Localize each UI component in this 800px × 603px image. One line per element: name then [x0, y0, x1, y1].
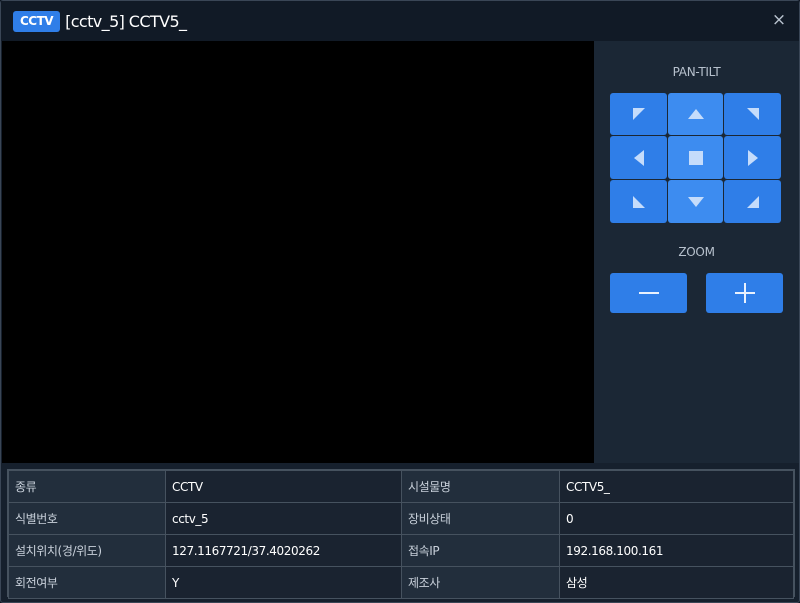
arrow-right-icon	[747, 149, 758, 166]
pan-down-left-button[interactable]	[610, 180, 667, 223]
info-key: 식별번호	[8, 502, 166, 535]
info-value: Y	[165, 566, 402, 599]
pan-down-right-button[interactable]	[724, 180, 781, 223]
info-value: cctv_5	[165, 502, 402, 535]
pan-right-button[interactable]	[724, 136, 781, 179]
arrow-up-icon	[687, 109, 704, 119]
pan-up-left-button[interactable]	[610, 93, 667, 135]
arrow-up-right-icon	[746, 108, 759, 120]
info-value: CCTV5_	[559, 470, 794, 503]
info-key: 제조사	[401, 566, 560, 599]
arrow-down-icon	[687, 196, 704, 207]
pan-tilt-pad	[610, 93, 782, 223]
arrow-down-left-icon	[632, 195, 645, 208]
zoom-in-button[interactable]	[706, 273, 783, 313]
table-row: 식별번호 cctv_5 장비상태 0	[8, 502, 794, 535]
info-key: 설치위치(경/위도)	[8, 534, 166, 567]
plus-icon	[734, 283, 755, 303]
pan-tilt-label: PAN-TILT	[672, 65, 721, 79]
cctv-dialog: CCTV [cctv_5] CCTV5_ × PAN-TILT ZOOM 종류 …	[0, 0, 800, 603]
arrow-left-icon	[633, 149, 644, 166]
info-key: 접속IP	[401, 534, 560, 567]
stop-square-icon	[688, 150, 703, 165]
minus-icon	[638, 292, 659, 294]
info-key: 종류	[8, 470, 166, 503]
info-value: 127.1167721/37.4020262	[165, 534, 402, 567]
info-key: 시설물명	[401, 470, 560, 503]
ptz-stop-button[interactable]	[668, 136, 723, 179]
zoom-label: ZOOM	[678, 245, 715, 259]
device-info-table: 종류 CCTV 시설물명 CCTV5_ 식별번호 cctv_5 장비상태 0 설…	[7, 469, 795, 599]
table-row: 회전여부 Y 제조사 삼성	[8, 566, 794, 599]
close-icon[interactable]: ×	[769, 10, 789, 30]
info-value: 삼성	[559, 566, 794, 599]
arrow-up-left-icon	[632, 108, 645, 120]
info-value: CCTV	[165, 470, 402, 503]
type-badge: CCTV	[13, 10, 61, 32]
info-key: 회전여부	[8, 566, 166, 599]
info-key: 장비상태	[401, 502, 560, 535]
table-row: 설치위치(경/위도) 127.1167721/37.4020262 접속IP 1…	[8, 534, 794, 567]
title-bar: CCTV [cctv_5] CCTV5_ ×	[1, 1, 799, 41]
arrow-down-right-icon	[746, 195, 759, 208]
pan-left-button[interactable]	[610, 136, 667, 179]
dialog-title: [cctv_5] CCTV5_	[65, 11, 187, 31]
table-row: 종류 CCTV 시설물명 CCTV5_	[8, 470, 794, 503]
info-value: 0	[559, 502, 794, 535]
tilt-down-button[interactable]	[668, 180, 723, 223]
ptz-control-panel: PAN-TILT ZOOM	[594, 41, 799, 463]
video-viewport	[2, 41, 594, 463]
info-value: 192.168.100.161	[559, 534, 794, 567]
zoom-controls	[610, 273, 783, 313]
zoom-out-button[interactable]	[610, 273, 687, 313]
tilt-up-button[interactable]	[668, 93, 723, 135]
pan-up-right-button[interactable]	[724, 93, 781, 135]
